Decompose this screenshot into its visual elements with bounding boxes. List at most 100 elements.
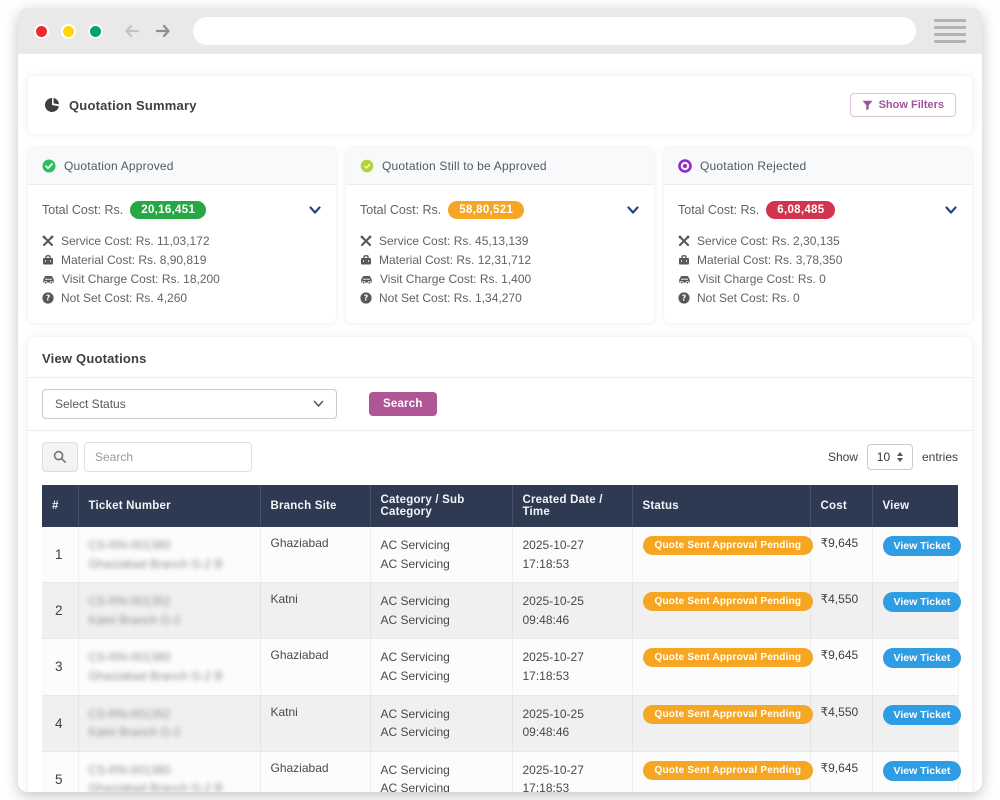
pending-dot-icon <box>360 159 374 173</box>
created-date: 2025-10-27 <box>523 538 584 552</box>
search-input[interactable] <box>84 442 252 472</box>
col-category: Category / Sub Category <box>370 485 512 527</box>
rejected-dot-icon <box>678 159 692 173</box>
view-ticket-button[interactable]: View Ticket <box>883 705 962 725</box>
created-date: 2025-10-25 <box>523 594 584 608</box>
chevron-down-icon[interactable] <box>944 204 958 216</box>
card-title: Quotation Still to be Approved <box>382 159 547 173</box>
created-date: 2025-10-27 <box>523 650 584 664</box>
page-size-select[interactable]: 10 <box>867 444 913 470</box>
cost-value: ₹4,550 <box>821 705 859 719</box>
question-icon: ? <box>678 292 690 304</box>
menu-icon[interactable] <box>934 19 966 43</box>
table-header-row: # Ticket Number Branch Site Category / S… <box>42 485 958 527</box>
total-cost-label: Total Cost: Rs. <box>42 203 123 217</box>
created-time: 17:18:53 <box>523 669 570 683</box>
category: AC Servicing <box>381 538 450 552</box>
quotations-table: # Ticket Number Branch Site Category / S… <box>42 485 959 792</box>
status-badge: Quote Sent Approval Pending <box>643 536 814 555</box>
maximize-window-icon[interactable] <box>88 24 103 39</box>
back-icon[interactable] <box>121 21 145 41</box>
detail-material-cost: Material Cost: Rs. 8,90,819 <box>42 253 322 267</box>
created-time: 17:18:53 <box>523 557 570 571</box>
detail-service-cost: Service Cost: Rs. 45,13,139 <box>360 234 640 248</box>
ticket-branch: Ghaziabad Branch G-2 B <box>89 555 250 574</box>
view-ticket-button[interactable]: View Ticket <box>883 761 962 781</box>
category: AC Servicing <box>381 763 450 777</box>
cost-value: ₹4,550 <box>821 592 859 606</box>
browser-window: Quotation Summary Show Filters Quotation… <box>18 8 982 792</box>
material-icon <box>42 254 54 266</box>
sub-category: AC Servicing <box>381 557 450 571</box>
browser-chrome <box>18 8 982 54</box>
status-filter-select[interactable]: Select Status <box>42 389 337 419</box>
detail-visit-charge-cost: Visit Charge Cost: Rs. 18,200 <box>42 272 322 286</box>
view-ticket-button[interactable]: View Ticket <box>883 536 962 556</box>
table-row: 2 CS-RN-001352 Katni Branch G-2 Katni AC… <box>42 583 958 639</box>
ticket-branch: Katni Branch G-2 <box>89 723 250 742</box>
created-date: 2025-10-25 <box>523 707 584 721</box>
filter-icon <box>862 100 873 111</box>
search-button[interactable]: Search <box>369 392 437 416</box>
status-badge: Quote Sent Approval Pending <box>643 761 814 780</box>
view-ticket-button[interactable]: View Ticket <box>883 592 962 612</box>
question-icon: ? <box>42 292 54 304</box>
cost-value: ₹9,645 <box>821 536 859 550</box>
forward-icon[interactable] <box>151 21 175 41</box>
close-window-icon[interactable] <box>34 24 49 39</box>
col-index: # <box>42 485 78 527</box>
show-filters-button[interactable]: Show Filters <box>850 93 956 117</box>
detail-service-cost: Service Cost: Rs. 2,30,135 <box>678 234 958 248</box>
detail-visit-charge-cost: Visit Charge Cost: Rs. 1,400 <box>360 272 640 286</box>
show-label: Show <box>828 450 858 464</box>
card-quotation-pending: Quotation Still to be Approved Total Cos… <box>346 148 654 323</box>
sub-category: AC Servicing <box>381 725 450 739</box>
category: AC Servicing <box>381 650 450 664</box>
car-icon <box>42 273 55 285</box>
detail-material-cost: Material Cost: Rs. 3,78,350 <box>678 253 958 267</box>
card-title: Quotation Rejected <box>700 159 806 173</box>
page-title: Quotation Summary <box>69 98 197 113</box>
car-icon <box>678 273 691 285</box>
table-row: 3 CS-RN-001380 Ghaziabad Branch G-2 B Gh… <box>42 639 958 695</box>
detail-not-set-cost: ? Not Set Cost: Rs. 4,260 <box>42 291 322 305</box>
view-ticket-button[interactable]: View Ticket <box>883 648 962 668</box>
entries-label: entries <box>922 450 958 464</box>
col-cost: Cost <box>810 485 872 527</box>
detail-service-cost: Service Cost: Rs. 11,03,172 <box>42 234 322 248</box>
table-row: 4 CS-RN-001352 Katni Branch G-2 Katni AC… <box>42 695 958 751</box>
ticket-number: CS-RN-001352 <box>89 705 250 724</box>
car-icon <box>360 273 373 285</box>
branch-site: Katni <box>260 583 370 639</box>
total-cost-label: Total Cost: Rs. <box>360 203 441 217</box>
chevron-down-icon <box>313 400 324 408</box>
branch-site: Ghaziabad <box>260 751 370 792</box>
ticket-branch: Ghaziabad Branch G-2 B <box>89 779 250 792</box>
page-content: Quotation Summary Show Filters Quotation… <box>18 54 982 792</box>
card-title: Quotation Approved <box>64 159 174 173</box>
total-cost-badge: 58,80,521 <box>448 201 524 219</box>
col-branch-site: Branch Site <box>260 485 370 527</box>
minimize-window-icon[interactable] <box>61 24 76 39</box>
chevron-down-icon[interactable] <box>308 204 322 216</box>
detail-material-cost: Material Cost: Rs. 12,31,712 <box>360 253 640 267</box>
col-view: View <box>872 485 958 527</box>
chevron-down-icon[interactable] <box>626 204 640 216</box>
ticket-number: CS-RN-001352 <box>89 592 250 611</box>
url-bar[interactable] <box>193 17 916 45</box>
window-controls <box>34 24 103 39</box>
status-badge: Quote Sent Approval Pending <box>643 705 814 724</box>
branch-site: Katni <box>260 695 370 751</box>
view-quotations-card: View Quotations Select Status Search <box>28 337 972 792</box>
detail-visit-charge-cost: Visit Charge Cost: Rs. 0 <box>678 272 958 286</box>
sub-category: AC Servicing <box>381 613 450 627</box>
ticket-number: CS-RN-001380 <box>89 761 250 780</box>
created-time: 09:48:46 <box>523 725 570 739</box>
detail-not-set-cost: ? Not Set Cost: Rs. 0 <box>678 291 958 305</box>
branch-site: Ghaziabad <box>260 639 370 695</box>
summary-cards-row: Quotation Approved Total Cost: Rs. 20,16… <box>28 148 972 323</box>
total-cost-label: Total Cost: Rs. <box>678 203 759 217</box>
sub-category: AC Servicing <box>381 781 450 792</box>
total-cost-badge: 20,16,451 <box>130 201 206 219</box>
category: AC Servicing <box>381 707 450 721</box>
